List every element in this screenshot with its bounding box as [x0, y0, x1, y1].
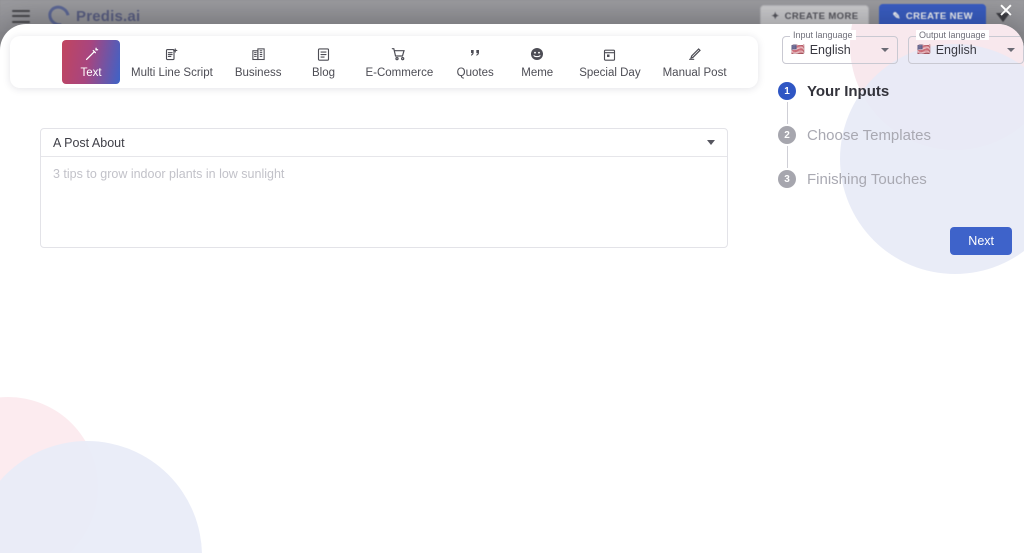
chevron-down-icon[interactable] — [881, 48, 889, 52]
sparkle-icon: ✦ — [771, 10, 780, 22]
post-about-label: A Post About — [53, 135, 125, 150]
app-root: Predis.ai ✦ CREATE MORE ✎ CREATE NEW ✕ T… — [0, 0, 1024, 553]
calendar-icon — [602, 45, 617, 63]
post-input-card: A Post About 3 tips to grow indoor plant… — [40, 128, 728, 248]
tab-e-commerce[interactable]: E-Commerce — [354, 36, 444, 88]
next-button[interactable]: Next — [950, 227, 1012, 255]
create-new-label: CREATE NEW — [905, 10, 973, 22]
output-language-label: Output language — [916, 30, 989, 40]
tab-meme[interactable]: Meme — [506, 36, 568, 88]
brand-name-label: Predis.ai — [76, 7, 141, 25]
output-language-select[interactable]: Output language 🇺🇸 English — [908, 30, 1024, 64]
tab-manual-post[interactable]: Manual Post — [652, 36, 738, 88]
content-type-tabstrip: Text Multi Line Script Business Blog E-C… — [10, 36, 758, 88]
decorative-circle-lavender-bottom — [0, 441, 202, 553]
magic-wand-icon — [83, 45, 100, 63]
pencil-icon: ✎ — [892, 10, 901, 22]
post-about-dropdown[interactable]: A Post About — [41, 129, 727, 157]
create-post-modal: Text Multi Line Script Business Blog E-C… — [0, 24, 1024, 553]
step-finishing-touches[interactable]: 3 Finishing Touches — [778, 168, 931, 190]
wizard-stepper: 1 Your Inputs 2 Choose Templates 3 Finis… — [778, 80, 931, 190]
tab-special-day[interactable]: Special Day — [568, 36, 651, 88]
article-icon — [316, 45, 331, 63]
close-x-icon[interactable]: ✕ — [996, 2, 1016, 22]
step-number-badge: 2 — [778, 126, 796, 144]
tab-multi-line-script[interactable]: Multi Line Script — [120, 36, 224, 88]
shopping-cart-icon — [391, 45, 407, 63]
step-number-badge: 1 — [778, 82, 796, 100]
wizard-side-panel: Input language 🇺🇸 English Output languag… — [760, 24, 1024, 553]
input-language-value: English — [809, 43, 851, 57]
tab-blog[interactable]: Blog — [292, 36, 354, 88]
input-language-label: Input language — [790, 30, 856, 40]
smiley-face-icon — [529, 45, 545, 63]
tab-text-label: Text — [80, 67, 102, 79]
tab-e-commerce-label: E-Commerce — [365, 67, 434, 79]
tab-meme-label: Meme — [521, 67, 554, 79]
tab-manual-post-label: Manual Post — [662, 67, 727, 79]
decorative-circle-pink-bottom — [0, 397, 98, 553]
building-icon — [251, 45, 266, 63]
tab-business-label: Business — [234, 67, 282, 79]
tab-blog-label: Blog — [311, 67, 335, 79]
tab-quotes[interactable]: Quotes — [444, 36, 506, 88]
quote-marks-icon — [467, 45, 483, 63]
tab-multi-line-script-label: Multi Line Script — [131, 67, 213, 79]
language-selectors: Input language 🇺🇸 English Output languag… — [782, 30, 1024, 64]
tab-business[interactable]: Business — [224, 36, 293, 88]
create-more-label: CREATE MORE — [784, 10, 859, 22]
step-number-badge: 3 — [778, 170, 796, 188]
brand-logo[interactable]: Predis.ai — [44, 1, 141, 31]
step-your-inputs-label: Your Inputs — [807, 82, 890, 100]
chevron-down-icon[interactable] — [1007, 48, 1015, 52]
step-connector — [778, 146, 796, 168]
step-choose-templates[interactable]: 2 Choose Templates — [778, 124, 931, 146]
tab-text[interactable]: Text — [62, 40, 120, 84]
document-plus-icon — [164, 45, 179, 63]
step-connector — [778, 102, 796, 124]
post-about-placeholder: 3 tips to grow indoor plants in low sunl… — [53, 167, 285, 181]
tab-special-day-label: Special Day — [579, 67, 641, 79]
us-flag-icon: 🇺🇸 — [917, 43, 931, 56]
step-choose-templates-label: Choose Templates — [807, 126, 931, 144]
pencil-edit-icon — [687, 45, 703, 63]
tab-quotes-label: Quotes — [456, 67, 494, 79]
post-about-textarea[interactable]: 3 tips to grow indoor plants in low sunl… — [41, 157, 727, 247]
input-language-select[interactable]: Input language 🇺🇸 English — [782, 30, 898, 64]
output-language-value: English — [935, 43, 977, 57]
chevron-down-icon[interactable] — [707, 140, 715, 145]
step-finishing-touches-label: Finishing Touches — [807, 170, 927, 188]
step-your-inputs[interactable]: 1 Your Inputs — [778, 80, 931, 102]
hamburger-menu-icon[interactable] — [12, 9, 30, 23]
us-flag-icon: 🇺🇸 — [791, 43, 805, 56]
